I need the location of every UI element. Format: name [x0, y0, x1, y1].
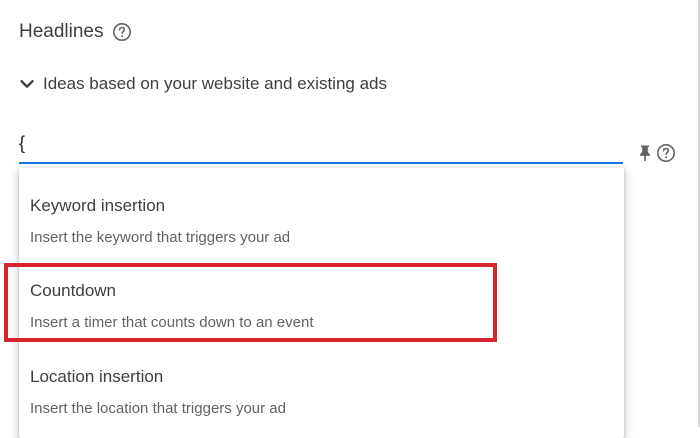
- input-focus-underline: [19, 162, 623, 164]
- help-circle-icon[interactable]: [112, 22, 132, 42]
- dropdown-item-description: Insert the location that triggers your a…: [30, 400, 286, 417]
- dropdown-item-title: Keyword insertion: [30, 196, 166, 215]
- headline-input-container: [19, 126, 623, 164]
- chevron-down-icon: [18, 75, 36, 93]
- dropdown-item-countdown[interactable]: Countdown Insert a timer that counts dow…: [19, 263, 624, 347]
- dropdown-item-description: Insert the keyword that triggers your ad: [30, 229, 291, 246]
- dropdown-item-keyword-insertion[interactable]: Keyword insertion Insert the keyword tha…: [19, 178, 624, 262]
- dropdown-item-location-insertion[interactable]: Location insertion Insert the location t…: [19, 349, 624, 433]
- insertion-dropdown: Keyword insertion Insert the keyword tha…: [19, 168, 624, 438]
- headlines-title-text: Headlines: [19, 21, 104, 42]
- dropdown-item-title: Countdown: [30, 281, 117, 300]
- ideas-label: Ideas based on your website and existing…: [43, 74, 388, 93]
- pin-icon[interactable]: [637, 144, 653, 162]
- ideas-toggle[interactable]: Ideas based on your website and existing…: [18, 72, 387, 96]
- dropdown-item-description: Insert a timer that counts down to an ev…: [30, 314, 314, 331]
- help-circle-icon[interactable]: [656, 143, 676, 163]
- headlines-section-title: Headlines: [19, 20, 132, 44]
- dropdown-item-title: Location insertion: [30, 367, 164, 386]
- headline-input[interactable]: [19, 126, 623, 160]
